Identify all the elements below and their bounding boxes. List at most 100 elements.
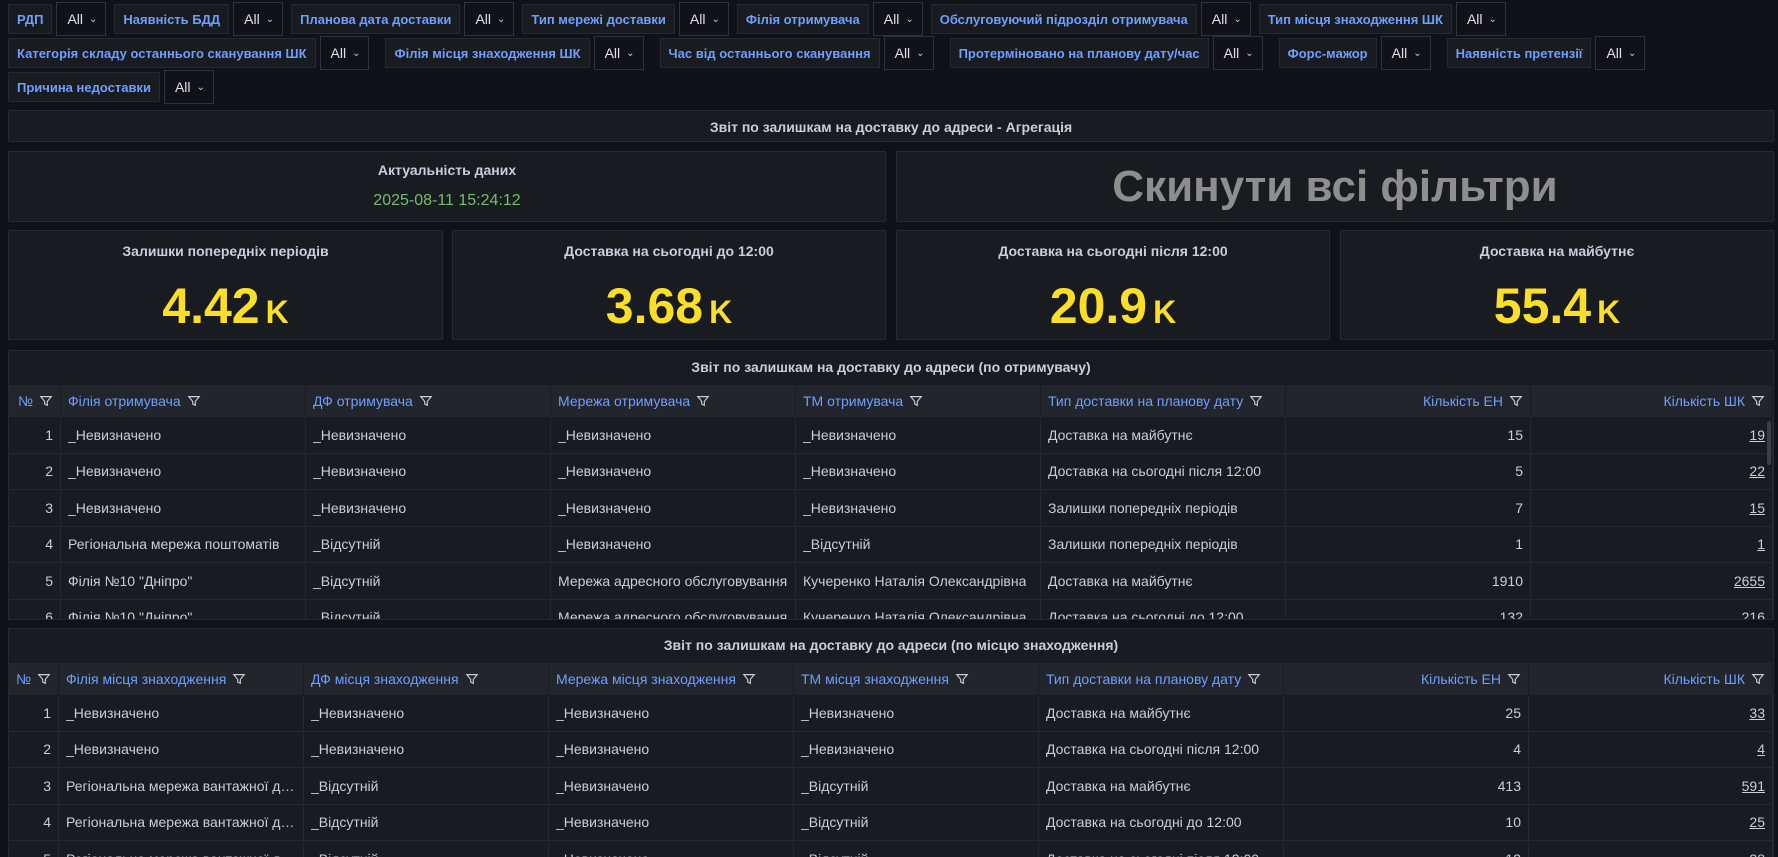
filter-icon[interactable] [419, 394, 433, 408]
table-cell[interactable]: 25 [1529, 804, 1773, 840]
cell-value: _Відсутній [801, 777, 869, 794]
barcode-count-link[interactable]: 25 [1749, 814, 1765, 830]
table-cell[interactable]: 28 [1529, 841, 1773, 857]
barcode-count-link[interactable]: 22 [1749, 463, 1765, 479]
filter-icon[interactable] [1509, 394, 1523, 408]
column-header[interactable]: Тип доставки на планову дату [1041, 385, 1286, 417]
column-header[interactable]: Тип доставки на планову дату [1039, 663, 1284, 695]
barcode-count-link[interactable]: 591 [1742, 778, 1765, 794]
column-header[interactable]: Філія місця знаходження [59, 663, 304, 695]
filter-label: Протерміновано на планову дату/час [949, 38, 1209, 68]
cell-value: _Невизначено [558, 426, 652, 443]
table-row: 1 _Невизначено _Невизначено _Невизначено _Не… [9, 417, 1773, 454]
filter-select[interactable]: All ⌄ [1380, 36, 1431, 70]
column-header[interactable]: № [9, 385, 61, 417]
barcode-count-link[interactable]: 4 [1757, 741, 1765, 757]
filter-select[interactable]: All ⌄ [56, 2, 107, 36]
table-cell: Залишки попередніх періодів [1041, 526, 1286, 562]
filter-icon[interactable] [742, 672, 756, 686]
filter-icon[interactable] [1249, 394, 1263, 408]
filter-icon[interactable] [1751, 672, 1765, 686]
filter-icon[interactable] [1507, 672, 1521, 686]
filter-icon[interactable] [1247, 672, 1261, 686]
table-cell: _Невизначено [549, 804, 794, 840]
table-cell[interactable]: 2655 [1531, 563, 1773, 599]
filter-icon[interactable] [187, 394, 201, 408]
table-cell[interactable]: 15 [1531, 490, 1773, 526]
filter-select[interactable]: All ⌄ [872, 2, 923, 36]
barcode-count-link[interactable]: 19 [1749, 427, 1765, 443]
column-header[interactable]: ТМ місця знаходження [794, 663, 1039, 695]
filter-select[interactable]: All ⌄ [593, 36, 644, 70]
column-header[interactable]: Мережа місця знаходження [549, 663, 794, 695]
table-cell: 132 [1286, 599, 1531, 619]
filter-label: Наявність БДД [114, 4, 230, 34]
column-header[interactable]: Кількість ШК [1529, 663, 1773, 695]
filter-select[interactable]: All ⌄ [883, 36, 934, 70]
filter-icon[interactable] [232, 672, 246, 686]
table-cell[interactable]: 4 [1529, 731, 1773, 767]
column-header[interactable]: Мережа отримувача [551, 385, 796, 417]
table-cell[interactable]: 22 [1531, 453, 1773, 489]
column-header[interactable]: ДФ місця знаходження [304, 663, 549, 695]
cell-value: _Відсутній [803, 536, 871, 553]
cell-value: 12 [1505, 851, 1521, 857]
table-cell[interactable]: 33 [1529, 695, 1773, 731]
cell-value: 413 [1497, 777, 1521, 794]
filter-icon[interactable] [39, 394, 53, 408]
reset-filters-panel[interactable]: Скинути всі фільтри [896, 151, 1774, 222]
filter-select[interactable]: All ⌄ [678, 2, 729, 36]
reset-filters-button[interactable]: Скинути всі фільтри [897, 152, 1773, 221]
column-header[interactable]: ТМ отримувача [796, 385, 1041, 417]
cell-value: Доставка на сьогодні до 12:00 [1048, 609, 1244, 620]
column-header[interactable]: Кількість ЕН [1286, 385, 1531, 417]
filter-icon[interactable] [696, 394, 710, 408]
table-cell[interactable]: 216 [1531, 599, 1773, 619]
filter-select[interactable]: All ⌄ [464, 2, 515, 36]
barcode-count-link[interactable]: 1 [1757, 536, 1765, 552]
table-cell: Кучеренко Наталія Олександрівна [796, 599, 1041, 619]
cell-value: _Невизначено [556, 704, 650, 721]
filter-select[interactable]: All ⌄ [1595, 36, 1646, 70]
filter-icon[interactable] [909, 394, 923, 408]
column-header[interactable]: Кількість ЕН [1284, 663, 1529, 695]
table-cell: _Невизначено [551, 453, 796, 489]
table-cell: _Відсутній [304, 804, 549, 840]
column-header[interactable]: № [9, 663, 59, 695]
filter-icon[interactable] [37, 672, 51, 686]
barcode-count-link[interactable]: 2655 [1734, 573, 1765, 589]
filter-select[interactable]: All ⌄ [1200, 2, 1251, 36]
stat-unit: K [1597, 294, 1621, 330]
cell-value: Залишки попередніх періодів [1048, 499, 1238, 516]
table-row: 2 _Невизначено _Невизначено _Невизначено _Не… [9, 731, 1773, 768]
table-cell: _Невизначено [551, 490, 796, 526]
cell-value: _Невизначено [68, 499, 162, 516]
barcode-count-link[interactable]: 33 [1749, 705, 1765, 721]
filter-label: Наявність претензії [1446, 38, 1592, 68]
filter-select[interactable]: All ⌄ [163, 70, 214, 104]
column-header[interactable]: ДФ отримувача [306, 385, 551, 417]
barcode-count-link[interactable]: 15 [1749, 500, 1765, 516]
barcode-count-link[interactable]: 28 [1749, 851, 1765, 857]
filter-select[interactable]: All ⌄ [319, 36, 370, 70]
table-cell[interactable]: 19 [1531, 417, 1773, 453]
table-scrollbar[interactable] [1767, 421, 1771, 465]
filter-icon[interactable] [465, 672, 479, 686]
filter-network-type: Тип мережі доставки All ⌄ [522, 2, 729, 36]
table-cell: Регіональна мережа вантажної доставки [59, 841, 304, 857]
table-cell[interactable]: 1 [1531, 526, 1773, 562]
table-cell: Доставка на сьогодні після 12:00 [1039, 841, 1284, 857]
column-header[interactable]: Філія отримувача [61, 385, 306, 417]
filter-icon[interactable] [955, 672, 969, 686]
table-cell: 4 [1284, 731, 1529, 767]
filter-select[interactable]: All ⌄ [1212, 36, 1263, 70]
filter-select[interactable]: All ⌄ [233, 2, 284, 36]
table-cell[interactable]: 591 [1529, 768, 1773, 804]
barcode-count-link[interactable]: 216 [1742, 609, 1765, 619]
filter-select[interactable]: All ⌄ [1455, 2, 1506, 36]
column-header[interactable]: Кількість ШК [1531, 385, 1773, 417]
filter-icon[interactable] [1751, 394, 1765, 408]
chevron-down-icon: ⌄ [916, 47, 925, 59]
filter-location-branch: Філія місця знаходження ШК All ⌄ [385, 36, 644, 70]
filter-label: Форс-мажор [1278, 38, 1377, 68]
